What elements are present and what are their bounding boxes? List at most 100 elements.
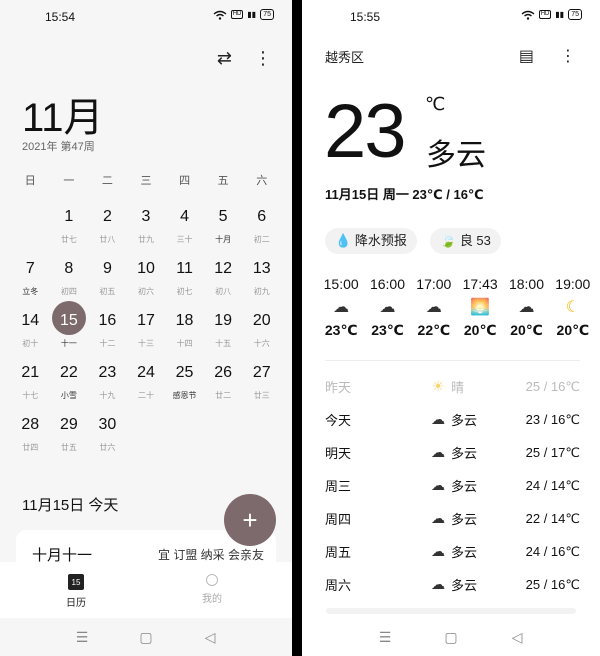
day-cell[interactable]: 17 十三	[127, 309, 166, 361]
day-temp-range: 24 / 14℃	[525, 477, 580, 493]
sun-icon: ☀	[431, 378, 445, 394]
day-cell[interactable]: 5 十月	[204, 205, 243, 257]
daily-row[interactable]: 今天 ☁ 多云 23 / 16℃	[325, 403, 580, 436]
day-condition: 多云	[451, 578, 478, 593]
day-cell[interactable]: 22 小雪	[50, 361, 89, 413]
air-quality-chip[interactable]: 🍃 良 53	[430, 228, 501, 254]
lunar-label: 感恩节	[172, 391, 197, 400]
lunar-label: 廿五	[60, 443, 77, 452]
day-cell[interactable]: 19 十五	[204, 309, 243, 361]
day-cell[interactable]: 10 初六	[127, 257, 166, 309]
status-icons: HD ▮▮ 75	[213, 9, 274, 20]
day-cell[interactable]: 21 十七	[11, 361, 50, 413]
lunar-label: 初九	[253, 287, 270, 296]
day-cell[interactable]: 18 十四	[165, 309, 204, 361]
day-cell[interactable]: 30 廿六	[88, 413, 127, 465]
day-cell[interactable]: 23 十九	[88, 361, 127, 413]
day-cell[interactable]: 27 廿三	[242, 361, 281, 413]
day-number: 6	[257, 208, 267, 225]
daily-row[interactable]: 周五 ☁ 多云 24 / 16℃	[325, 535, 580, 568]
lunar-label: 初十	[22, 339, 39, 348]
city-list-icon[interactable]: ▤	[519, 46, 534, 66]
day-cell[interactable]: 11 初七	[165, 257, 204, 309]
hourly-forecast[interactable]: 15:00 ☁ 23℃ 16:00 ☁ 23℃ 17:00 ☁ 22℃ 17:43 🌅 20℃ 18:0…	[318, 276, 596, 339]
day-temp-range: 25 / 17℃	[525, 444, 580, 460]
lunar-label: 十七	[22, 391, 39, 400]
day-cell[interactable]: 13 初九	[242, 257, 281, 309]
day-number: 14	[21, 312, 40, 329]
weekday-label: 二	[101, 175, 113, 187]
menu-icon[interactable]: ☰	[72, 629, 92, 646]
hour-time: 16:00	[369, 276, 406, 292]
daily-forecast: 昨天 ☀ 晴 25 / 16℃ 今天 ☁ 多云 23 / 16℃ 明天 ☁ 多云 25 / 17℃ 周三…	[325, 370, 580, 601]
day-number: 17	[137, 312, 155, 329]
hour-time: 15:00	[323, 276, 359, 292]
day-number: 7	[25, 260, 35, 277]
day-number: 10	[137, 260, 155, 277]
partly-cloudy-sun-icon: ☁	[431, 510, 445, 526]
district-name[interactable]: 越秀区	[325, 47, 364, 66]
day-number: 16	[98, 312, 117, 329]
day-cell[interactable]: 24 二十	[127, 361, 166, 413]
hourly-item: 17:00 ☁ 22℃	[411, 276, 457, 339]
system-nav-bar: ☰ ▢ ◁	[302, 618, 600, 656]
day-cell[interactable]: 9 初五	[88, 257, 127, 309]
lunar-label: 初五	[99, 287, 116, 296]
lunar-label: 初四	[60, 287, 77, 296]
switch-view-icon[interactable]: ⇄	[217, 48, 232, 68]
day-cell[interactable]: 4 三十	[165, 205, 204, 257]
partly-cloudy-sun-icon: ☁	[431, 477, 445, 493]
back-icon[interactable]: ◁	[200, 629, 220, 646]
partly-cloudy-sun-icon: ☁	[425, 299, 442, 316]
empty-cell	[127, 413, 166, 465]
calendar-icon: 15	[68, 574, 84, 590]
home-icon[interactable]: ▢	[136, 629, 156, 646]
day-cell[interactable]: 7 立冬	[11, 257, 50, 309]
day-cell[interactable]: 26 廿二	[204, 361, 243, 413]
day-cell[interactable]: 29 廿五	[50, 413, 89, 465]
day-cell[interactable]: 6 初二	[242, 205, 281, 257]
partly-cloudy-sun-icon: ☁	[431, 411, 445, 427]
precipitation-chip[interactable]: 💧 降水预报	[325, 228, 417, 254]
week-row: 1 廿七 2 廿八 3 廿九 4 三十 5 十月 6 初二	[11, 205, 281, 257]
day-cell[interactable]: 3 廿九	[127, 205, 166, 257]
day-name: 昨天	[325, 380, 352, 395]
calendar-screen: 15:54 HD ▮▮ 75 ⇄ ⋮ 11月 2021年 第47周 日 一 二 …	[0, 0, 292, 656]
day-cell[interactable]: 1 廿七	[50, 205, 89, 257]
hour-temp: 23℃	[371, 322, 404, 338]
day-cell[interactable]: 28 廿四	[11, 413, 50, 465]
home-icon[interactable]: ▢	[441, 629, 461, 646]
day-cell[interactable]: 20 十六	[242, 309, 281, 361]
wifi-icon	[213, 10, 227, 20]
status-icons: HD ▮▮ 75	[521, 9, 582, 20]
back-icon[interactable]: ◁	[507, 629, 527, 646]
day-cell[interactable]: 25 感恩节	[165, 361, 204, 413]
add-event-button[interactable]: +	[224, 494, 276, 546]
day-cell[interactable]: 2 廿八	[88, 205, 127, 257]
day-cell[interactable]: 14 初十	[11, 309, 50, 361]
leaf-icon: 🍃	[440, 233, 457, 248]
daily-row[interactable]: 明天 ☁ 多云 25 / 17℃	[325, 436, 580, 469]
daily-row[interactable]: 周六 ☁ 多云 25 / 16℃	[325, 568, 580, 601]
daily-row[interactable]: 周四 ☁ 多云 22 / 14℃	[325, 502, 580, 535]
lunar-label: 十四	[176, 339, 193, 348]
signal-icon: ▮▮	[247, 9, 257, 19]
nav-me[interactable]: 我的	[202, 574, 222, 605]
hd-icon: HD	[538, 10, 552, 19]
daily-row[interactable]: 昨天 ☀ 晴 25 / 16℃	[325, 370, 580, 403]
more-options-icon[interactable]: ⋮	[254, 48, 272, 68]
daily-row[interactable]: 周三 ☁ 多云 24 / 14℃	[325, 469, 580, 502]
day-number: 8	[64, 260, 74, 277]
sunset-icon: 🌅	[470, 299, 491, 316]
menu-icon[interactable]: ☰	[375, 629, 395, 646]
more-options-icon[interactable]: ⋮	[560, 46, 576, 66]
day-cell[interactable]: 16 十二	[88, 309, 127, 361]
day-cell[interactable]: 15 十一	[50, 301, 89, 361]
hourly-item: 16:00 ☁ 23℃	[364, 276, 410, 339]
lunar-label: 十九	[99, 391, 116, 400]
day-condition: 多云	[451, 413, 478, 428]
day-number: 24	[137, 364, 155, 381]
hour-time: 19:00	[555, 276, 591, 292]
day-cell[interactable]: 12 初八	[204, 257, 243, 309]
nav-calendar[interactable]: 15 日历	[66, 574, 86, 609]
